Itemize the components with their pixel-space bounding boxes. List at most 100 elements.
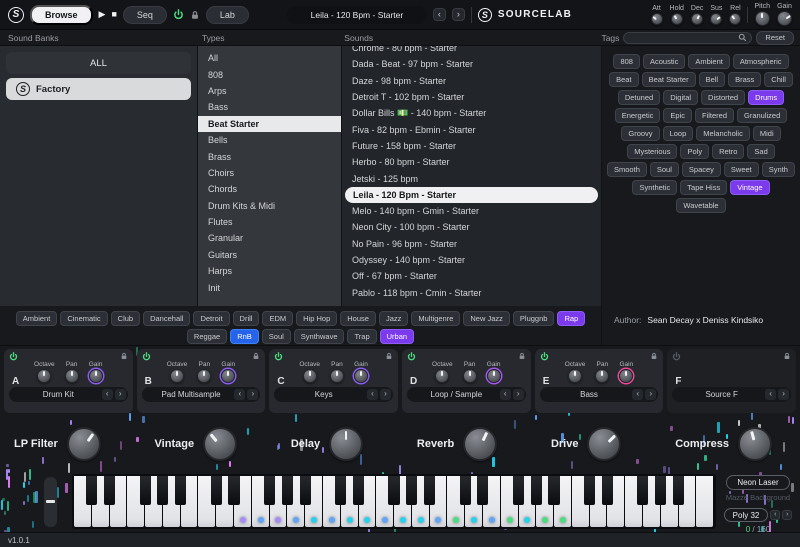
octave-knob[interactable] — [303, 369, 317, 383]
tag-chip[interactable]: Spacey — [682, 162, 721, 177]
sound-item[interactable]: Daze - 98 bpm - Starter — [342, 73, 601, 89]
piano-key-black[interactable] — [513, 476, 524, 505]
reset-button[interactable]: Reset — [756, 31, 794, 45]
piano-key-white[interactable] — [696, 476, 713, 527]
channel-prev-button[interactable]: ‹ — [765, 389, 776, 400]
tag-chip[interactable]: Detuned — [618, 90, 660, 105]
type-item[interactable]: Guitars — [198, 247, 341, 263]
tag-chip[interactable]: Granulized — [737, 108, 787, 123]
tag-chip[interactable]: Acoustic — [643, 54, 685, 69]
background-selector[interactable]: Mazze Background — [726, 493, 790, 502]
piano-key-black[interactable] — [548, 476, 559, 505]
seq-button[interactable]: Seq — [123, 6, 167, 24]
tag-chip[interactable]: Brass — [728, 72, 761, 87]
octave-knob[interactable] — [435, 369, 449, 383]
pan-knob[interactable] — [330, 369, 344, 383]
tag-chip[interactable]: Sad — [747, 144, 774, 159]
envelope-knob[interactable] — [691, 13, 703, 25]
channel-source-selector[interactable]: Drum Kit — [17, 390, 100, 399]
tag-chip[interactable]: Midi — [753, 126, 781, 141]
channel-lock-icon[interactable] — [252, 352, 260, 361]
sound-item[interactable]: Fiva - 82 bpm - Ebmin - Starter — [342, 121, 601, 137]
piano-key-black[interactable] — [388, 476, 399, 505]
piano-key-black[interactable] — [424, 476, 435, 505]
piano-key-black[interactable] — [104, 476, 115, 505]
type-item[interactable]: Granular — [198, 230, 341, 246]
genre-chip[interactable]: Jazz — [379, 311, 408, 326]
tag-chip[interactable]: Groovy — [621, 126, 659, 141]
piano-key-black[interactable] — [673, 476, 684, 505]
genre-chip[interactable]: Soul — [262, 329, 291, 344]
envelope-knob[interactable] — [671, 13, 683, 25]
effect-knob[interactable] — [67, 427, 101, 461]
envelope-knob[interactable] — [710, 13, 722, 25]
preset-prev-button[interactable]: ‹ — [433, 8, 446, 21]
lock-icon[interactable] — [190, 10, 200, 20]
type-item[interactable]: Drum Kits & Midi — [198, 198, 341, 214]
genre-chip[interactable]: Detroit — [193, 311, 229, 326]
tag-chip[interactable]: Smooth — [607, 162, 647, 177]
genre-chip[interactable]: Hip Hop — [296, 311, 337, 326]
genre-chip[interactable]: Club — [111, 311, 140, 326]
piano-key-black[interactable] — [655, 476, 666, 505]
sound-item[interactable]: Jetski - 125 bpm — [342, 170, 601, 186]
tag-chip[interactable]: Beat Starter — [642, 72, 696, 87]
sound-item[interactable]: Neon City - 100 bpm - Starter — [342, 219, 601, 235]
tag-chip[interactable]: Beat — [609, 72, 638, 87]
piano-key-black[interactable] — [353, 476, 364, 505]
master-knob[interactable] — [755, 11, 770, 26]
channel-prev-button[interactable]: ‹ — [102, 389, 113, 400]
octave-knob[interactable] — [568, 369, 582, 383]
channel-source-selector[interactable]: Source F — [680, 390, 763, 399]
tag-chip[interactable]: Bell — [699, 72, 726, 87]
tag-chip[interactable]: Wavetable — [676, 198, 725, 213]
type-item[interactable]: Brass — [198, 148, 341, 164]
genre-chip[interactable]: Cinematic — [60, 311, 107, 326]
piano-key-black[interactable] — [584, 476, 595, 505]
channel-power-icon[interactable] — [672, 352, 681, 361]
genre-chip[interactable]: Reggae — [187, 329, 227, 344]
piano-key-black[interactable] — [460, 476, 471, 505]
genre-chip[interactable]: New Jazz — [463, 311, 510, 326]
poly-next-button[interactable]: › — [782, 510, 792, 520]
channel-lock-icon[interactable] — [385, 352, 393, 361]
tag-chip[interactable]: Poly — [680, 144, 709, 159]
genre-chip[interactable]: EDM — [262, 311, 293, 326]
preset-next-button[interactable]: › — [452, 8, 465, 21]
browse-button[interactable]: Browse — [30, 5, 93, 25]
piano-key-black[interactable] — [602, 476, 613, 505]
stop-icon[interactable]: ■ — [111, 10, 116, 19]
piano-key-black[interactable] — [531, 476, 542, 505]
type-item[interactable]: Harps — [198, 263, 341, 279]
genre-chip[interactable]: Trap — [347, 329, 376, 344]
tag-chip[interactable]: Vintage — [730, 180, 769, 195]
type-item[interactable]: 808 — [198, 66, 341, 82]
tag-chip[interactable]: Epic — [663, 108, 692, 123]
genre-chip[interactable]: Pluggnb — [513, 311, 555, 326]
sound-item[interactable]: Pablo - 118 bpm - Cmin - Starter — [342, 284, 601, 300]
envelope-knob[interactable] — [651, 13, 663, 25]
tag-chip[interactable]: Ambient — [688, 54, 730, 69]
sound-bank-item[interactable]: S Factory — [6, 78, 191, 100]
play-icon[interactable]: ▶ — [99, 10, 106, 19]
effect-knob[interactable] — [587, 427, 621, 461]
tag-chip[interactable]: Melancholic — [696, 126, 750, 141]
piano-key-black[interactable] — [157, 476, 168, 505]
gain-knob[interactable] — [619, 369, 633, 383]
sound-item[interactable]: Off - 67 bpm - Starter — [342, 268, 601, 284]
piano-key-black[interactable] — [211, 476, 222, 505]
pan-knob[interactable] — [463, 369, 477, 383]
tag-chip[interactable]: Energetic — [615, 108, 661, 123]
type-item[interactable]: Choirs — [198, 165, 341, 181]
pan-knob[interactable] — [65, 369, 79, 383]
piano-key-black[interactable] — [175, 476, 186, 505]
power-icon[interactable] — [173, 9, 184, 20]
channel-prev-button[interactable]: ‹ — [367, 389, 378, 400]
channel-power-icon[interactable] — [540, 352, 549, 361]
pitch-wheel[interactable] — [44, 477, 57, 527]
channel-next-button[interactable]: › — [778, 389, 789, 400]
sound-item[interactable]: Future - 158 bpm - Starter — [342, 138, 601, 154]
type-item[interactable]: Chords — [198, 181, 341, 197]
genre-chip[interactable]: Ambient — [16, 311, 58, 326]
piano-key-black[interactable] — [140, 476, 151, 505]
